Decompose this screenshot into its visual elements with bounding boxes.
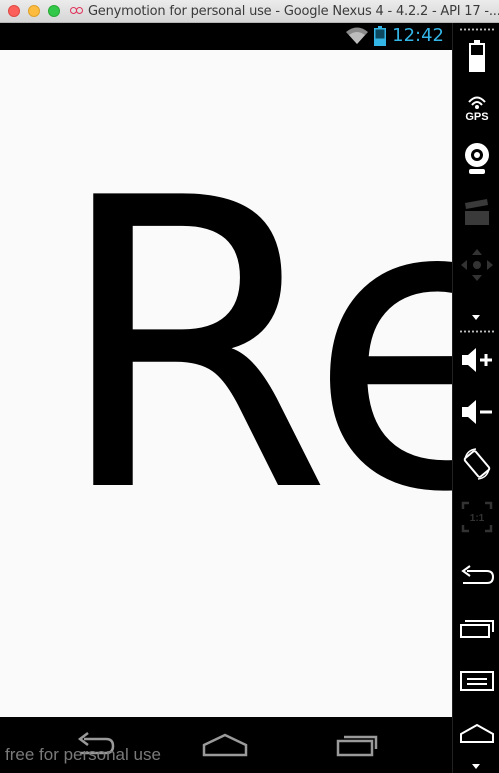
genymotion-toolbar: GPS 1:1 <box>452 23 499 773</box>
maximize-window-button[interactable] <box>48 5 60 17</box>
rotate-icon <box>463 448 490 480</box>
home-tool[interactable] <box>453 713 499 753</box>
battery-tool[interactable] <box>453 36 499 76</box>
toolbar-grip-top <box>459 28 495 31</box>
recent-apps-tool[interactable] <box>453 608 499 648</box>
menu-icon <box>459 671 494 691</box>
back-tool[interactable] <box>453 556 499 596</box>
device-screen[interactable]: Re <box>0 50 452 717</box>
volume-down-icon <box>461 400 492 424</box>
pixel-perfect-tool[interactable]: 1:1 <box>453 497 499 537</box>
android-status-bar: 12:42 <box>0 23 452 50</box>
home-icon[interactable] <box>202 731 248 759</box>
battery-icon <box>468 40 485 72</box>
toolbar-scroll-down-bottom-icon[interactable] <box>472 764 480 769</box>
webcam-tool[interactable] <box>453 139 499 179</box>
toolbar-grip-middle <box>459 330 495 333</box>
wifi-icon <box>346 27 369 44</box>
home-icon <box>459 723 494 743</box>
rotate-tool[interactable] <box>453 444 499 484</box>
dpad-icon <box>460 249 493 281</box>
battery-icon <box>374 25 387 46</box>
webcam-icon <box>464 143 489 174</box>
volume-up-icon <box>461 348 492 372</box>
recent-apps-icon <box>459 620 494 638</box>
volume-down-tool[interactable] <box>453 392 499 432</box>
scale-icon: 1:1 <box>461 501 492 533</box>
status-clock: 12:42 <box>392 25 444 46</box>
gps-icon: GPS <box>465 96 488 122</box>
dpad-tool[interactable] <box>453 245 499 285</box>
gps-tool[interactable]: GPS <box>453 87 499 127</box>
window-title: Genymotion for personal use - Google Nex… <box>87 3 499 19</box>
toolbar-scroll-down-icon[interactable] <box>472 315 480 320</box>
recent-apps-icon[interactable] <box>336 731 380 759</box>
gps-label: GPS <box>465 111 488 122</box>
window-titlebar: Genymotion for personal use - Google Nex… <box>0 0 499 23</box>
clapperboard-icon <box>464 199 489 225</box>
scale-label: 1:1 <box>469 513 484 524</box>
window-controls <box>8 5 60 17</box>
media-capture-tool[interactable] <box>453 193 499 233</box>
display-text: Re <box>54 115 452 580</box>
personal-use-watermark: free for personal use <box>5 745 161 764</box>
close-window-button[interactable] <box>8 5 20 17</box>
genymotion-logo-icon <box>70 6 84 16</box>
menu-tool[interactable] <box>453 660 499 700</box>
minimize-window-button[interactable] <box>28 5 40 17</box>
back-icon <box>460 565 494 584</box>
volume-up-tool[interactable] <box>453 340 499 380</box>
